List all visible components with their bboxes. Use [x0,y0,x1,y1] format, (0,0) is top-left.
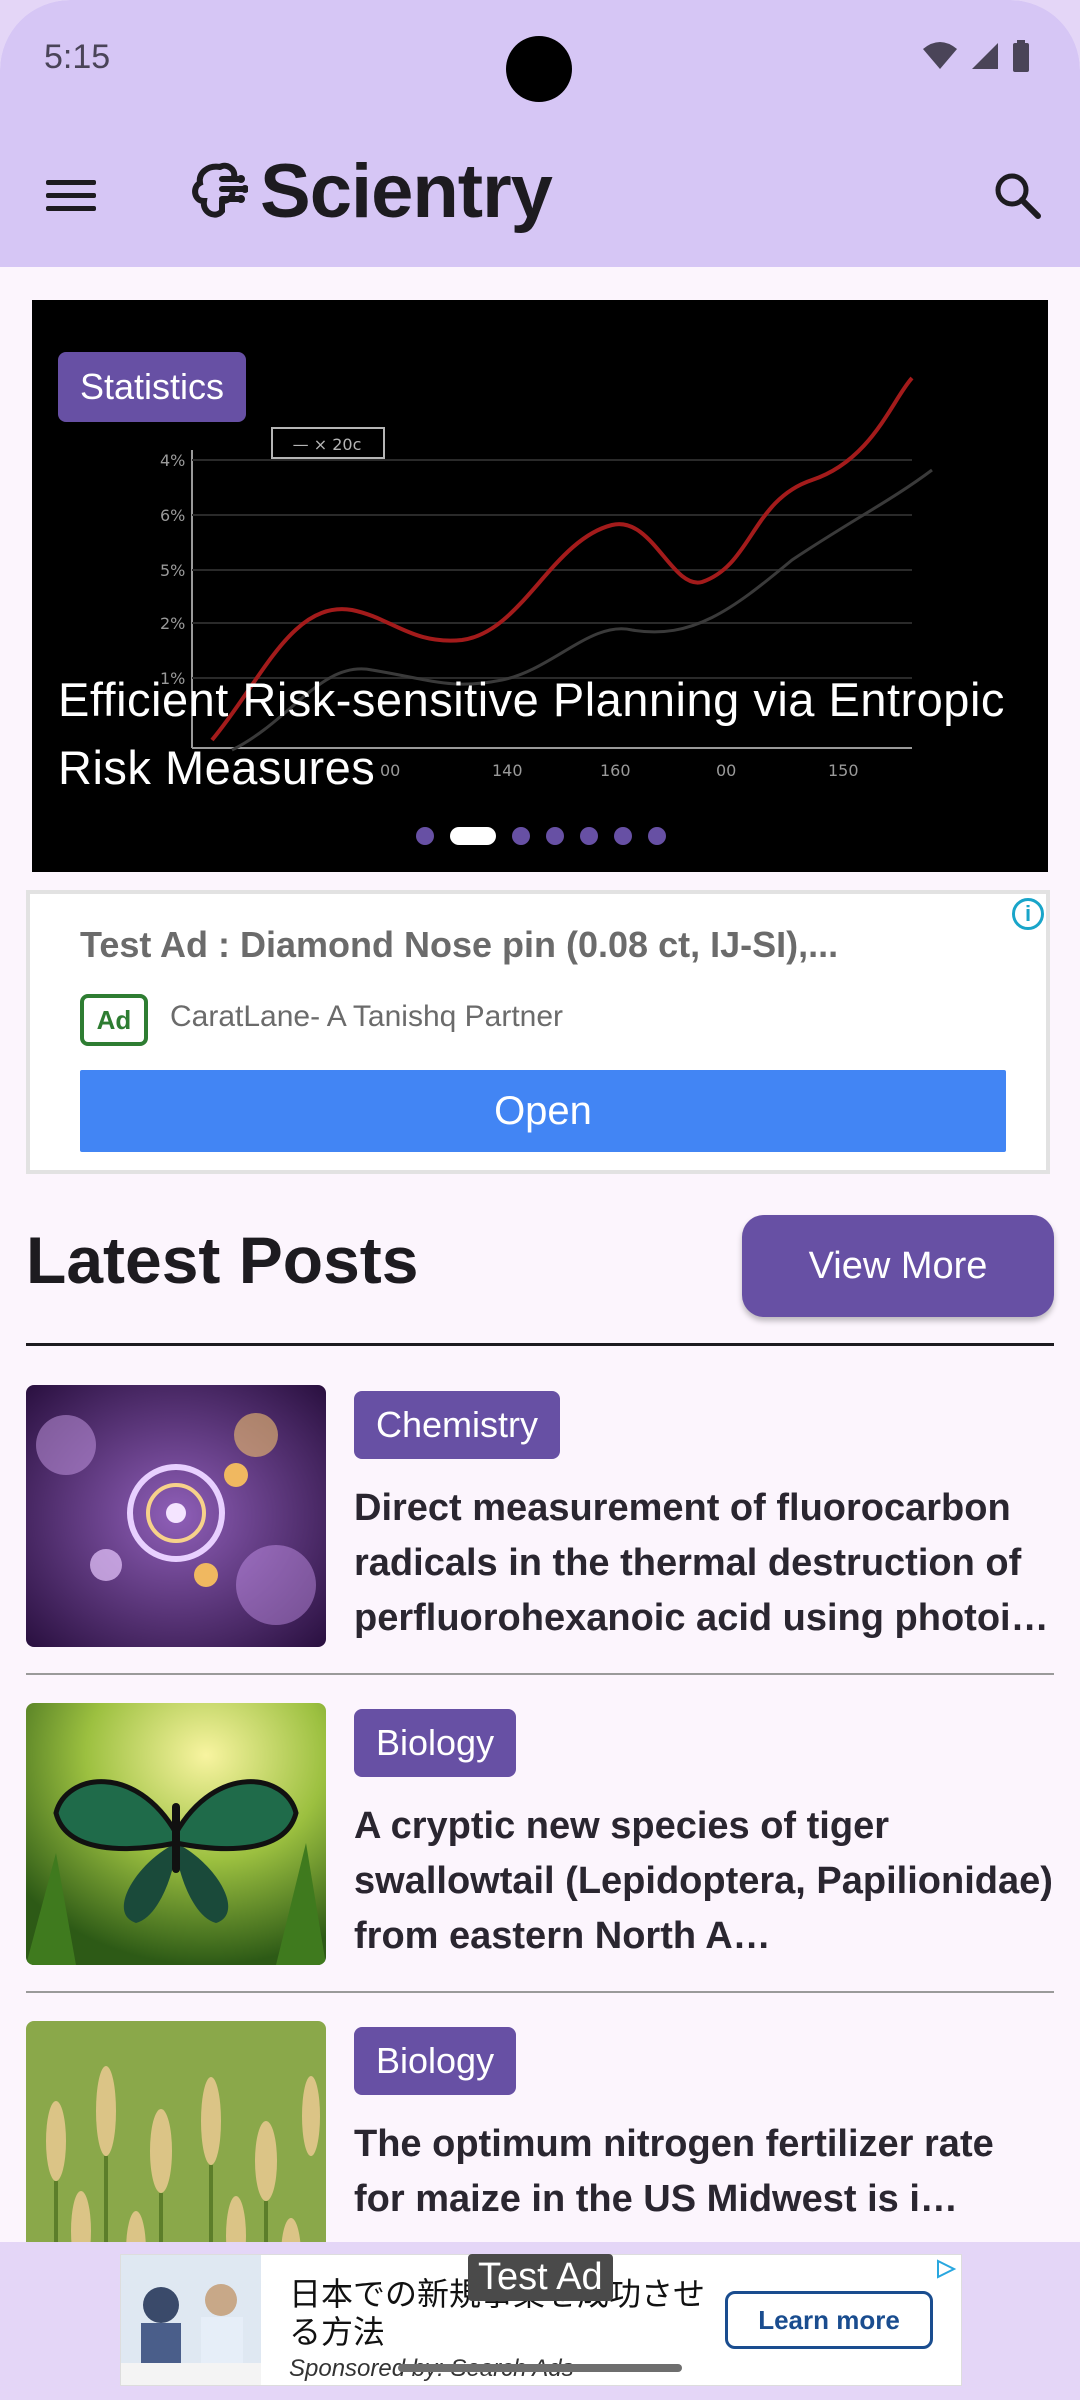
svg-text:4%: 4% [160,451,185,470]
hero-title[interactable]: Efficient Risk-sensitive Planning via En… [58,666,1038,802]
ad-badge: Ad [80,994,148,1046]
carousel-dot-active[interactable] [450,827,496,845]
camera-cutout [506,36,572,102]
top-app-bar: 5:15 Scientry [0,0,1080,267]
search-icon[interactable] [990,168,1044,222]
post-title[interactable]: The optimum nitrogen fertilizer rate for… [354,2117,1054,2227]
post-title[interactable]: A cryptic new species of tiger swallowta… [354,1799,1054,1964]
post-title[interactable]: Direct measurement of fluorocarbon radic… [354,1481,1054,1646]
ad-info-icon[interactable]: i [1012,898,1044,930]
featured-carousel[interactable]: 4% 6% 5% 2% 1% 00 140 160 00 150 — × 20c Statis… [32,300,1048,872]
post-thumbnail [26,1703,326,1965]
post-item[interactable]: Biology A cryptic new species of tiger s… [26,1703,1054,2021]
view-more-button[interactable]: View More [742,1215,1054,1317]
signal-icon [972,43,998,69]
post-divider [26,1991,1054,1993]
ad-title[interactable]: Test Ad : Diamond Nose pin (0.08 ct, IJ-… [80,924,838,966]
section-divider [26,1343,1054,1346]
hero-category-tag[interactable]: Statistics [58,352,247,422]
svg-text:2%: 2% [160,614,185,633]
ad-open-button[interactable]: Open [80,1070,1006,1152]
gesture-home-bar[interactable] [398,2364,682,2372]
post-category-tag[interactable]: Chemistry [354,1391,561,1459]
status-icons [922,40,1030,72]
svg-text:5%: 5% [160,561,185,580]
test-ad-label: Test Ad [468,2254,613,2301]
learn-more-button[interactable]: Learn more [725,2291,933,2349]
ad-advertiser: CaratLane- A Tanishq Partner [170,1000,564,1033]
adchoices-icon[interactable] [935,2259,957,2279]
app-screen: 5:15 Scientry 4% 6% 5% 2% 1% 00 140 160 … [0,0,1080,2400]
brain-logo-icon [192,162,248,218]
carousel-indicator [416,827,666,845]
post-category-tag[interactable]: Biology [354,1709,517,1777]
svg-text:6%: 6% [160,506,185,525]
carousel-dot[interactable] [416,827,434,845]
app-title: Scientry [260,149,553,234]
carousel-dot[interactable] [546,827,564,845]
carousel-dot[interactable] [614,827,632,845]
post-item[interactable]: Chemistry Direct measurement of fluoroca… [26,1385,1054,1703]
wifi-icon [923,42,957,69]
post-category-tag[interactable]: Biology [354,2027,517,2095]
menu-icon[interactable] [46,172,96,216]
latest-posts-heading: Latest Posts [26,1223,419,1297]
svg-text:— × 20c: — × 20c [293,435,362,454]
post-divider [26,1673,1054,1675]
post-thumbnail [26,1385,326,1647]
native-ad-card[interactable]: i Test Ad : Diamond Nose pin (0.08 ct, I… [26,890,1050,1174]
app-logo: Scientry [190,148,553,235]
battery-icon [1013,40,1029,72]
status-time: 5:15 [44,38,111,76]
carousel-dot[interactable] [580,827,598,845]
ad-image [121,2255,261,2385]
carousel-dot[interactable] [648,827,666,845]
banner-ad-headline-2[interactable]: る方法 [289,2307,385,2353]
carousel-dot[interactable] [512,827,530,845]
